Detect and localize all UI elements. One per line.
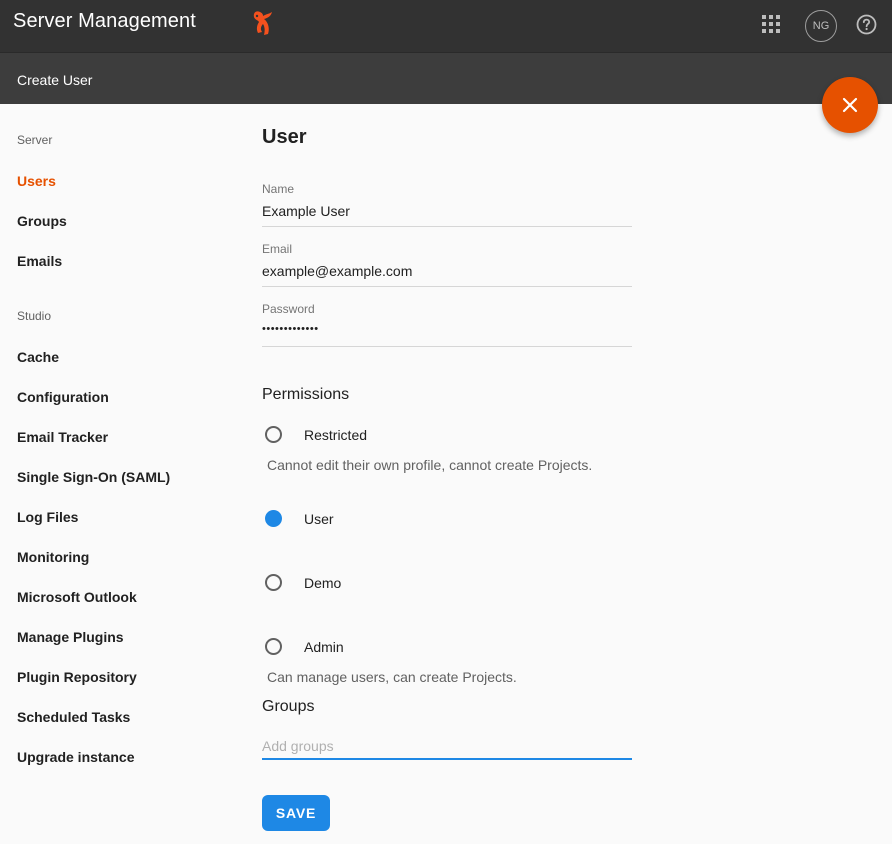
groups-title: Groups <box>262 698 315 715</box>
name-field-underline <box>262 226 632 227</box>
radio-label-restricted[interactable]: Restricted <box>304 427 367 443</box>
avatar[interactable]: NG <box>805 10 837 42</box>
email-field[interactable]: Email example@example.com <box>262 242 632 287</box>
page-title: User <box>262 126 307 148</box>
sidebar-section-studio: Studio <box>17 309 52 323</box>
name-field-value[interactable]: Example User <box>262 203 632 221</box>
radio-user[interactable] <box>265 510 282 527</box>
name-field-label: Name <box>262 182 295 196</box>
sidebar-item-users[interactable]: Users <box>17 173 56 189</box>
sidebar-item-email-tracker[interactable]: Email Tracker <box>17 429 108 445</box>
close-icon <box>842 97 858 113</box>
sidebar-section-server: Server <box>17 133 53 147</box>
restricted-description: Cannot edit their own profile, cannot cr… <box>267 457 593 473</box>
groups-input[interactable] <box>262 734 632 760</box>
name-field[interactable]: Name Example User <box>262 182 632 227</box>
sidebar-item-plugin-repository[interactable]: Plugin Repository <box>17 669 137 685</box>
sidebar-item-cache[interactable]: Cache <box>17 349 59 365</box>
password-field-label: Password <box>262 302 315 316</box>
sidebar-item-groups[interactable]: Groups <box>17 213 67 229</box>
email-field-label: Email <box>262 242 293 256</box>
sidebar-item-microsoft-outlook[interactable]: Microsoft Outlook <box>17 589 137 605</box>
sidebar-item-monitoring[interactable]: Monitoring <box>17 549 89 565</box>
sidebar-item-configuration[interactable]: Configuration <box>17 389 109 405</box>
password-field[interactable]: Password ••••••••••••• <box>262 302 632 347</box>
close-button[interactable] <box>822 77 878 133</box>
password-field-value[interactable]: ••••••••••••• <box>262 323 632 341</box>
password-field-underline <box>262 346 632 347</box>
sidebar-item-upgrade-instance[interactable]: Upgrade instance <box>17 749 134 765</box>
sidebar-item-emails[interactable]: Emails <box>17 253 62 269</box>
radio-label-user[interactable]: User <box>304 511 334 527</box>
radio-demo[interactable] <box>265 574 282 591</box>
top-app-bar: Server Management NG <box>0 0 892 52</box>
sidebar-item-log-files[interactable]: Log Files <box>17 509 78 525</box>
radio-admin[interactable] <box>265 638 282 655</box>
page-context-title: Create User <box>17 72 93 88</box>
save-button[interactable]: SAVE <box>262 795 330 831</box>
email-field-underline <box>262 286 632 287</box>
squirrel-logo-icon <box>247 8 275 38</box>
radio-label-admin[interactable]: Admin <box>304 639 344 655</box>
sub-header-bar: Create User <box>0 52 892 104</box>
apps-grid-icon[interactable] <box>762 15 780 33</box>
help-icon[interactable] <box>856 14 877 35</box>
permissions-title: Permissions <box>262 386 350 403</box>
sidebar-item-single-sign-on[interactable]: Single Sign-On (SAML) <box>17 469 170 485</box>
radio-label-demo[interactable]: Demo <box>304 575 341 591</box>
radio-restricted[interactable] <box>265 426 282 443</box>
sidebar-item-scheduled-tasks[interactable]: Scheduled Tasks <box>17 709 130 725</box>
email-field-value[interactable]: example@example.com <box>262 263 632 281</box>
app-title: Server Management <box>13 10 196 32</box>
admin-description: Can manage users, can create Projects. <box>267 669 517 685</box>
sidebar-item-manage-plugins[interactable]: Manage Plugins <box>17 629 124 645</box>
